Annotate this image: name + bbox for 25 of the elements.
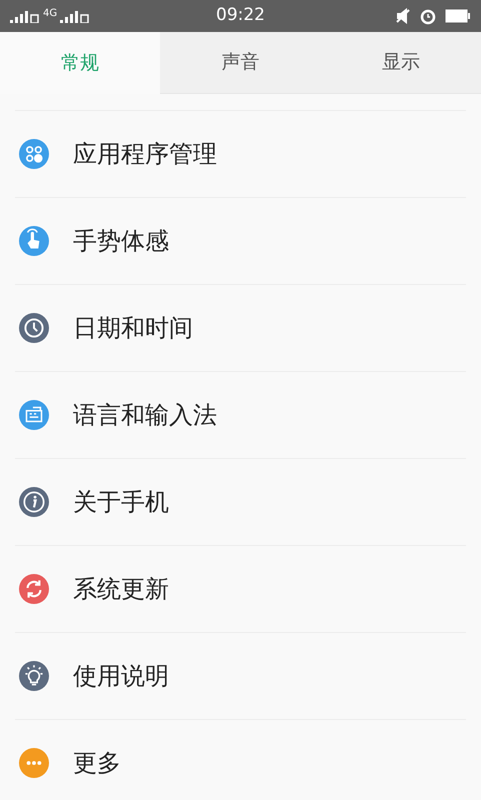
clock-time: 09:22 xyxy=(215,4,266,28)
signal-icon xyxy=(10,9,40,23)
item-label: 系统更新 xyxy=(73,574,169,605)
settings-item[interactable]: 应用程序管理 xyxy=(15,111,466,198)
signal-icon xyxy=(60,9,90,23)
item-label: 使用说明 xyxy=(73,661,169,692)
tab[interactable]: 显示 xyxy=(320,32,481,94)
item-label: 日期和时间 xyxy=(73,313,193,344)
settings-item[interactable]: 更多 xyxy=(15,720,466,800)
network-label: 4G xyxy=(43,9,58,19)
settings-item[interactable]: 系统更新 xyxy=(15,546,466,633)
item-label: 手势体感 xyxy=(73,226,169,257)
mute-icon xyxy=(395,8,411,24)
tab[interactable]: 声音 xyxy=(160,32,321,94)
settings-item[interactable]: 日期和时间 xyxy=(15,285,466,372)
settings-item[interactable]: 使用说明 xyxy=(15,633,466,720)
settings-item[interactable]: 语言和输入法 xyxy=(15,372,466,459)
alarm-icon xyxy=(419,7,437,25)
battery-icon xyxy=(445,9,471,23)
item-label: 更多 xyxy=(73,748,121,779)
item-label: 关于手机 xyxy=(73,487,169,518)
item-label: 应用程序管理 xyxy=(73,139,217,170)
settings-item[interactable]: 关于手机 xyxy=(15,459,466,546)
item-label: 语言和输入法 xyxy=(73,400,217,431)
settings-item[interactable]: 手势体感 xyxy=(15,198,466,285)
